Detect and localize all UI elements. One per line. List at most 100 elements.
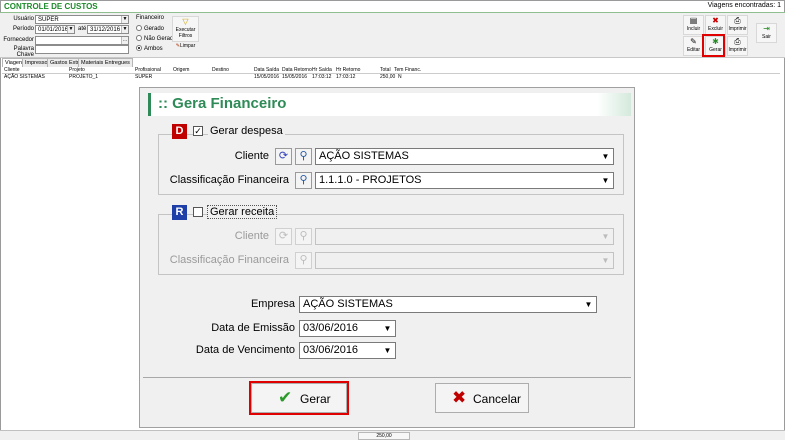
col-hr-retorno[interactable]: Hr Retorno — [336, 67, 360, 73]
imprimir2-button[interactable]: ⎙ Imprimir — [727, 36, 748, 56]
fornecedor-input[interactable]: … — [35, 36, 129, 45]
col-profissional[interactable]: Profissional — [135, 67, 161, 73]
radio-gerado[interactable]: Gerado — [136, 23, 164, 32]
col-hr-saida[interactable]: Hr Saída — [312, 67, 332, 73]
empresa-select[interactable]: AÇÃO SISTEMAS ▼ — [299, 296, 597, 313]
chevron-down-icon: ▼ — [601, 176, 610, 185]
chevron-down-icon: ▼ — [601, 232, 610, 241]
radio-nao-gerado[interactable]: Não Gerado — [136, 33, 177, 42]
printer-icon: ⎙ — [734, 16, 741, 25]
data-emissao-label: Data de Emissão — [211, 322, 295, 334]
col-total[interactable]: Total — [380, 67, 391, 73]
chevron-down-icon: ▼ — [121, 26, 128, 33]
tab-materiais-entregues[interactable]: Materiais Entregues — [78, 58, 133, 67]
receita-cliente-label: Cliente — [234, 230, 269, 242]
despesa-classificacao-search-button[interactable]: ⚲ — [295, 172, 312, 189]
receita-classificacao-select[interactable]: ▼ — [315, 252, 614, 269]
imprimir-label: Imprimir — [728, 26, 747, 32]
dialog-title-bar: :: Gera Financeiro — [148, 93, 631, 116]
radio-gerado-circle — [136, 24, 142, 31]
despesa-classificacao-label: Classificação Financeira — [169, 174, 289, 186]
col-data-saida[interactable]: Data Saída — [254, 67, 279, 73]
document-add-icon: ▤ — [689, 16, 698, 25]
imprimir2-label: Imprimir — [728, 47, 747, 53]
despesa-classificacao-select[interactable]: 1.1.1.0 - PROJETOS ▼ — [315, 172, 614, 189]
delete-icon: ✖ — [712, 16, 719, 25]
despesa-classificacao-value: 1.1.1.0 - PROJETOS — [319, 174, 422, 186]
dialog-separator — [143, 377, 631, 378]
despesa-cliente-refresh-button[interactable]: ⟳ — [275, 148, 292, 165]
data-vencimento-picker[interactable]: 03/06/2016 ▼ — [299, 342, 396, 359]
refresh-icon: ⟳ — [278, 230, 289, 242]
limpar-label: Limpar — [179, 43, 196, 49]
col-projeto[interactable]: Projeto — [69, 67, 85, 73]
gerar-receita-checkbox[interactable] — [193, 207, 203, 217]
gerar-despesa-checkbox[interactable]: ✓ — [193, 126, 203, 136]
incluir-button[interactable]: ▤ Incluir — [683, 15, 704, 35]
cell-hr-saida: 17:03:12 — [312, 74, 332, 80]
incluir-label: Incluir — [686, 26, 701, 32]
printer-icon: ⎙ — [734, 37, 741, 46]
table-row[interactable]: AÇÃO SISTEMAS PROJETO_1 SUPER 15/05/2016… — [2, 74, 780, 81]
app-title: CONTROLE DE CUSTOS — [4, 2, 98, 11]
despesa-cliente-value: AÇÃO SISTEMAS — [319, 150, 409, 162]
gear-icon: ✱ — [712, 37, 719, 46]
chevron-down-icon: ▼ — [601, 256, 610, 265]
cell-cliente: AÇÃO SISTEMAS — [4, 74, 45, 80]
executar-filtros-button[interactable]: ▽ Executar Filtros — [172, 16, 199, 42]
funnel-icon: ▽ — [182, 17, 189, 26]
gerar-toolbar-label: Gerar — [709, 47, 722, 53]
limpar-button[interactable]: ✎Limpar — [172, 43, 199, 53]
empresa-label: Empresa — [250, 298, 295, 310]
receita-badge: R — [172, 205, 187, 220]
chevron-down-icon: ▼ — [601, 152, 610, 161]
despesa-cliente-select[interactable]: AÇÃO SISTEMAS ▼ — [315, 148, 614, 165]
radio-gerado-label: Gerado — [144, 26, 165, 32]
chevron-down-icon: ▼ — [121, 16, 128, 23]
col-data-retorno[interactable]: Data Retorno — [282, 67, 312, 73]
sair-label: Sair — [762, 34, 771, 40]
periodo-from-value: 01/01/2016 — [38, 27, 69, 33]
chevron-down-icon: ▼ — [383, 346, 392, 355]
col-tem-financ[interactable]: Tem Financ. — [394, 67, 421, 73]
editar-button[interactable]: ✎ Editar — [683, 36, 704, 56]
gerar-button[interactable]: ✔ Gerar — [251, 383, 347, 413]
receita-cliente-select[interactable]: ▼ — [315, 228, 614, 245]
palavra-label: Palavra Chave — [13, 46, 34, 58]
cell-hr-retorno: 17:03:12 — [336, 74, 356, 80]
palavra-chave-input[interactable] — [35, 45, 129, 54]
data-emissao-picker[interactable]: 03/06/2016 ▼ — [299, 320, 396, 337]
fornecedor-label: Fornecedor — [3, 37, 34, 43]
records-counter: Viagens encontradas: 1 — [707, 2, 781, 9]
col-destino[interactable]: Destino — [212, 67, 229, 73]
filter-toolbar: Usuário SUPER ▼ Período 01/01/2016 ▼ até… — [0, 13, 785, 58]
gerar-toolbar-button[interactable]: ✱ Gerar — [705, 36, 726, 56]
receita-classificacao-search-button[interactable]: ⚲ — [295, 252, 312, 269]
receita-cliente-refresh-button[interactable]: ⟳ — [275, 228, 292, 245]
col-origem[interactable]: Origem — [173, 67, 189, 73]
receita-cliente-search-button[interactable]: ⚲ — [295, 228, 312, 245]
periodo-from-input[interactable]: 01/01/2016 ▼ — [35, 25, 75, 34]
status-total: 250,00 — [358, 432, 410, 440]
despesa-badge: D — [172, 124, 187, 139]
usuario-select[interactable]: SUPER ▼ — [35, 15, 129, 24]
periodo-to-value: 31/12/2016 — [90, 27, 121, 33]
radio-ambos[interactable]: Ambos — [136, 43, 163, 52]
despesa-cliente-label: Cliente — [234, 150, 269, 162]
radio-ambos-circle — [136, 44, 142, 51]
imprimir-button[interactable]: ⎙ Imprimir — [727, 15, 748, 35]
excluir-button[interactable]: ✖ Excluir — [705, 15, 726, 35]
magnifier-icon: ⚲ — [299, 254, 308, 266]
col-cliente[interactable]: Cliente — [4, 67, 20, 73]
status-bar: 250,00 — [0, 430, 785, 440]
cancelar-button[interactable]: ✖ Cancelar — [435, 383, 529, 413]
refresh-icon: ⟳ — [278, 150, 289, 162]
cell-data-saida: 15/05/2016 — [254, 74, 280, 80]
title-gradient — [597, 93, 631, 116]
cell-tem-financ: N — [398, 74, 402, 80]
despesa-cliente-search-button[interactable]: ⚲ — [295, 148, 312, 165]
radio-ambos-label: Ambos — [144, 46, 163, 52]
cell-data-retorno: 15/05/2016 — [282, 74, 308, 80]
sair-button[interactable]: ⇥ Sair — [756, 23, 777, 43]
periodo-to-input[interactable]: 31/12/2016 ▼ — [87, 25, 129, 34]
